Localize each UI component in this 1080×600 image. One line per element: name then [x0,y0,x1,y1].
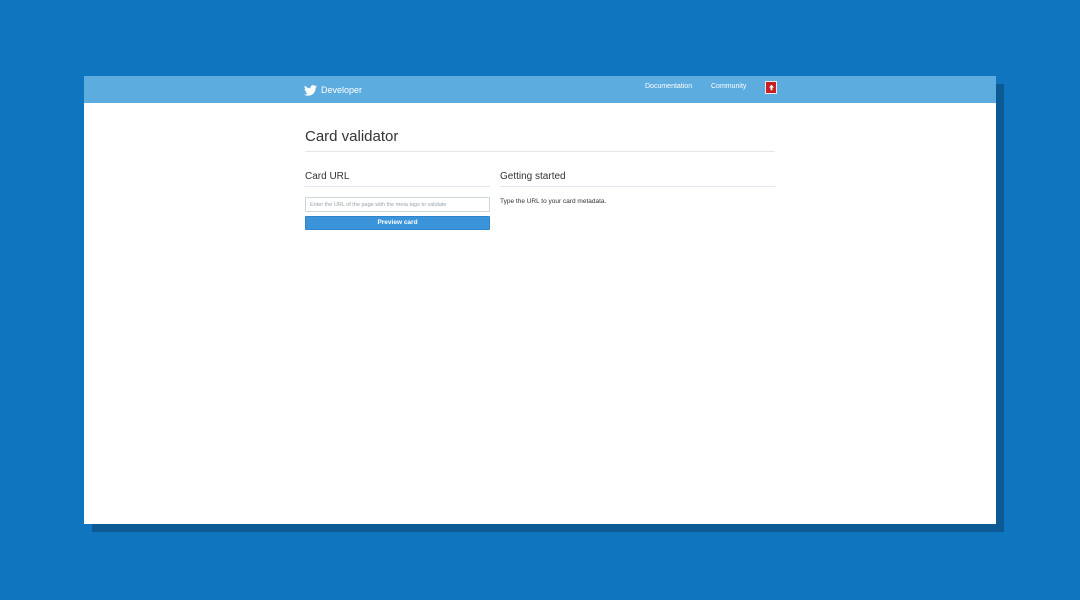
twitter-bird-icon [304,84,317,96]
user-avatar-icon [768,84,774,91]
card-url-divider [305,186,490,187]
brand-text: Developer [321,85,363,95]
brand-link[interactable]: Developer [304,82,362,98]
preview-card-button[interactable]: Preview card [305,216,490,230]
top-navigation-bar: Developer Documentation Community [84,76,996,103]
nav-community-link[interactable]: Community [711,83,746,90]
getting-started-divider [500,186,775,187]
getting-started-text: Type the URL to your card metadata. [500,198,607,205]
page-title: Card validator [305,128,399,145]
getting-started-heading: Getting started [500,171,566,182]
user-avatar-button[interactable] [765,81,777,94]
nav-documentation-link[interactable]: Documentation [645,83,692,90]
card-url-input[interactable] [305,197,490,212]
card-url-heading: Card URL [305,171,350,182]
title-divider [305,151,775,152]
browser-window: Developer Documentation Community Card v… [84,76,996,524]
